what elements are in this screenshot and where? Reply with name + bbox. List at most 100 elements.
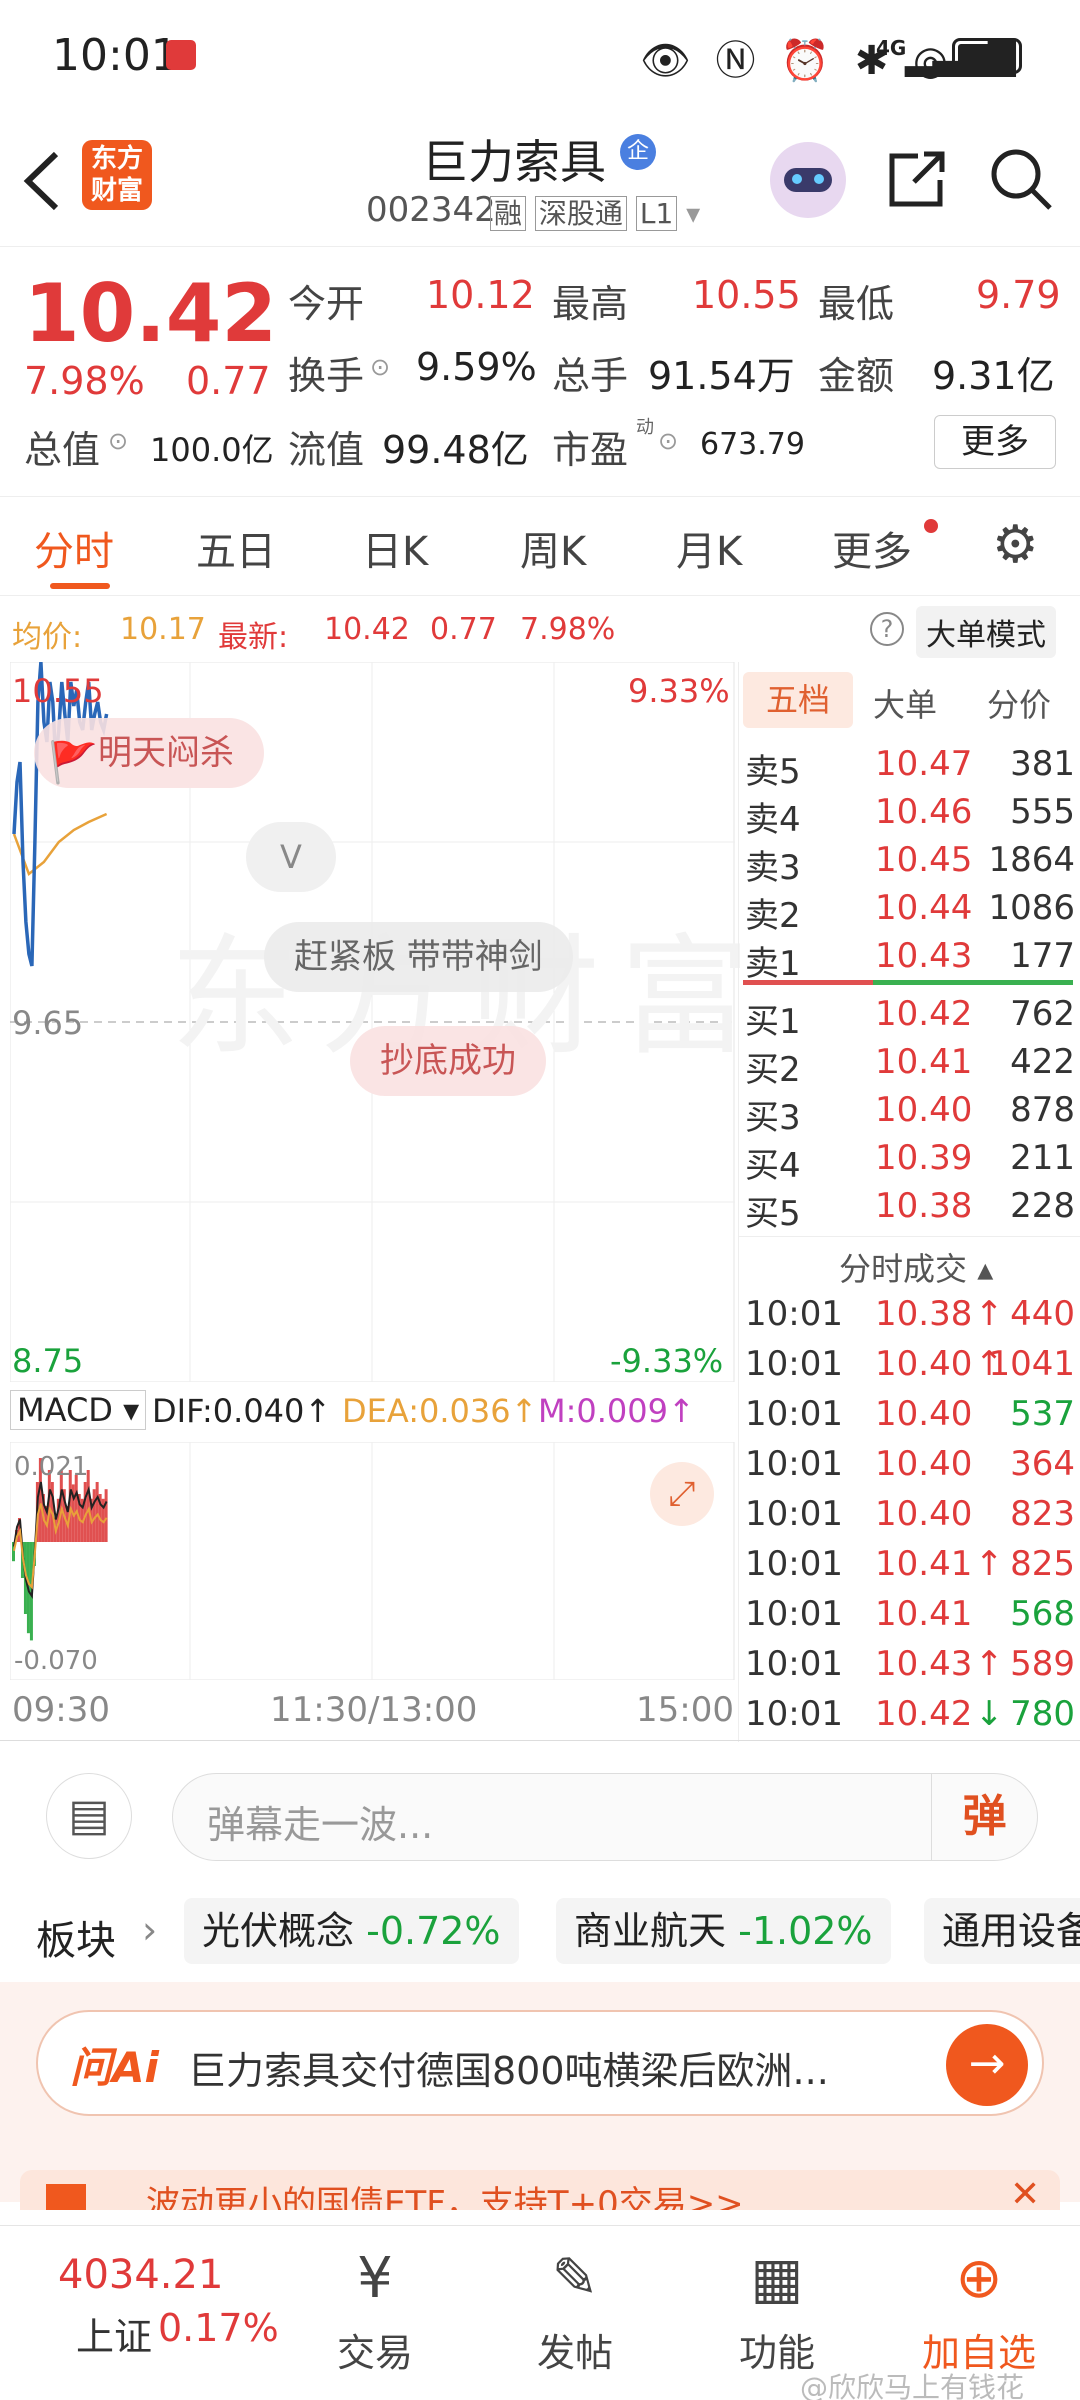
settings-icon[interactable]: ⚙ [992, 515, 1039, 575]
arrow-right-icon[interactable]: → [946, 2024, 1028, 2106]
trade-volume: 589 [1010, 1644, 1075, 1684]
nav-trade[interactable]: ¥ 交易 [300, 2246, 450, 2377]
trade-volume: 825 [1010, 1544, 1075, 1584]
chart-tabs: 分时 五日 日K 周K 月K 更多 ⚙ [0, 496, 1080, 596]
tab-five-levels[interactable]: 五档 [743, 672, 853, 728]
big-order-mode-button[interactable]: 大单模式 [916, 606, 1056, 658]
tab-price-dist[interactable]: 分价 [987, 680, 1051, 726]
tab-daily-k[interactable]: 日K [362, 519, 428, 577]
ask-price: 10.46 [875, 792, 973, 832]
chevron-right-icon[interactable]: › [142, 1908, 157, 1952]
index-name[interactable]: 上证 [76, 2306, 152, 2361]
sector-chip[interactable]: 光伏概念 -0.72% [184, 1898, 519, 1964]
tab-intraday[interactable]: 分时 [34, 519, 114, 577]
volume-value: 91.54万 [648, 354, 795, 398]
bid-price: 10.40 [875, 1090, 973, 1130]
trade-row[interactable]: 10:01 10.40 364 [739, 1444, 1079, 1492]
bid-row[interactable]: 买1 10.42 762 [739, 994, 1079, 1042]
nav-add-watchlist[interactable]: ⊕ 加自选 [904, 2246, 1054, 2377]
bid-row[interactable]: 买2 10.41 422 [739, 1042, 1079, 1090]
brand-logo[interactable]: 东方 财富 [82, 140, 152, 210]
close-icon[interactable]: ✕ [1010, 2174, 1040, 2210]
send-danmaku-button[interactable]: 弹 [931, 1774, 1037, 1860]
share-icon[interactable] [884, 146, 950, 212]
trade-price: 10.43 [875, 1644, 973, 1684]
macd-bar [95, 1482, 99, 1542]
trade-time: 10:01 [745, 1644, 843, 1684]
ask-row[interactable]: 卖5 10.47 381 [739, 744, 1079, 792]
trade-row[interactable]: 10:01 10.43 ↑ 589 [739, 1644, 1079, 1692]
stock-tags: 融 深股通 L1 ▾ [490, 192, 700, 232]
info-icon[interactable]: ⊙ [658, 427, 678, 455]
stock-code: 002342 [366, 190, 496, 230]
bid-volume: 762 [1010, 994, 1075, 1034]
tag-level: L1 [635, 196, 678, 231]
ai-question-text: 巨力索具交付德国800吨横梁后欧洲... [188, 2049, 829, 2093]
macd-chart[interactable]: 0.021 -0.070 ⤢ [9, 1441, 735, 1681]
back-icon[interactable] [22, 150, 62, 212]
nav-functions[interactable]: ▦ 功能 [702, 2246, 852, 2377]
bid-row[interactable]: 买4 10.39 211 [739, 1138, 1079, 1186]
trade-volume: 537 [1010, 1394, 1075, 1434]
dif-value: DIF:0.040 [152, 1392, 305, 1430]
robot-assistant-icon[interactable] [770, 142, 846, 218]
ask-row[interactable]: 卖1 10.43 177 [739, 936, 1079, 984]
trade-row[interactable]: 10:01 10.40 823 [739, 1494, 1079, 1542]
index-value[interactable]: 4034.21 [58, 2252, 223, 2298]
sector-pct: -0.72% [366, 1909, 501, 1953]
index-pct[interactable]: 0.17% [158, 2306, 279, 2350]
tab-weekly-k[interactable]: 周K [520, 519, 586, 577]
chevron-down-icon[interactable]: ▾ [686, 197, 700, 230]
trade-volume: 440 [1010, 1294, 1075, 1334]
danmaku-bubble[interactable]: 🚩 明天闷杀 [34, 718, 264, 788]
help-icon[interactable]: ? [870, 612, 904, 646]
ask-volume: 1864 [988, 840, 1075, 880]
ask-row[interactable]: 卖3 10.45 1864 [739, 840, 1079, 888]
tab-big-orders[interactable]: 大单 [873, 680, 937, 726]
tab-more[interactable]: 更多 [832, 519, 912, 577]
trade-volume: 364 [1010, 1444, 1075, 1484]
ask-row[interactable]: 卖2 10.44 1086 [739, 888, 1079, 936]
plus-circle-icon: ⊕ [955, 2246, 1003, 2311]
network-label: 4G [876, 36, 907, 60]
order-book: 五档 大单 分价 卖5 10.47 381 卖4 10.46 555 卖3 10.45 1864… [738, 662, 1080, 1742]
sector-chip[interactable]: 通用设备 [924, 1898, 1080, 1964]
danmaku-bubble[interactable]: 抄底成功 [350, 1026, 546, 1096]
trade-row[interactable]: 10:01 10.42 ↓ 780 [739, 1694, 1079, 1742]
trade-row[interactable]: 10:01 10.38 ↑ 440 [739, 1294, 1079, 1342]
search-icon[interactable] [988, 146, 1056, 214]
info-icon[interactable]: ⊙ [108, 427, 128, 455]
macd-selector[interactable]: MACD ▾ [10, 1390, 147, 1430]
trade-row[interactable]: 10:01 10.41 568 [739, 1594, 1079, 1642]
sector-chip[interactable]: 商业航天 -1.02% [556, 1898, 891, 1964]
nav-post[interactable]: ✎ 发帖 [500, 2246, 650, 2377]
trade-row[interactable]: 10:01 10.40 537 [739, 1394, 1079, 1442]
bid-volume: 211 [1010, 1138, 1075, 1178]
grid-icon: ▦ [750, 2246, 804, 2311]
nav-label: 交易 [336, 2331, 413, 2375]
bid-row[interactable]: 买5 10.38 228 [739, 1186, 1079, 1234]
ask-label: 卖3 [745, 848, 801, 888]
more-button[interactable]: 更多 [934, 415, 1056, 469]
danmaku-input[interactable]: 弹幕走一波... 弹 [172, 1773, 1038, 1861]
dea-value: DEA:0.036 [342, 1392, 511, 1430]
expand-icon[interactable]: ⤢ [650, 1462, 714, 1526]
intraday-chart[interactable]: 东方财富 10.55 9.33% 9.65 8.75 -9.33% 🚩 明天闷杀… [9, 661, 750, 1383]
ai-question-bar[interactable]: 问Ai 巨力索具交付德国800吨横梁后欧洲... → [36, 2010, 1044, 2116]
danmaku-settings-icon[interactable]: ▤ [46, 1773, 132, 1859]
info-icon[interactable]: ⊙ [370, 353, 390, 381]
ask-row[interactable]: 卖4 10.46 555 [739, 792, 1079, 840]
macd-bottom: -0.070 [14, 1646, 98, 1676]
trades-title[interactable]: 分时成交 ▴ [839, 1244, 993, 1290]
trade-volume: 568 [1010, 1594, 1075, 1634]
tab-five-day[interactable]: 五日 [196, 519, 276, 577]
trade-volume: 823 [1010, 1494, 1075, 1534]
trade-row[interactable]: 10:01 10.40 ↑ 1041 [739, 1344, 1079, 1392]
bid-label: 买2 [745, 1050, 801, 1090]
trade-row[interactable]: 10:01 10.41 ↑ 825 [739, 1544, 1079, 1592]
collapse-danmaku-button[interactable]: V [246, 822, 336, 892]
tab-monthly-k[interactable]: 月K [676, 519, 742, 577]
danmaku-bubble[interactable]: 赶紧板 带带神剑 [264, 922, 573, 992]
promo-banner[interactable]: 波动更小的国债ETF，支持T+0交易>> ✕ [20, 2170, 1060, 2210]
bid-row[interactable]: 买3 10.40 878 [739, 1090, 1079, 1138]
